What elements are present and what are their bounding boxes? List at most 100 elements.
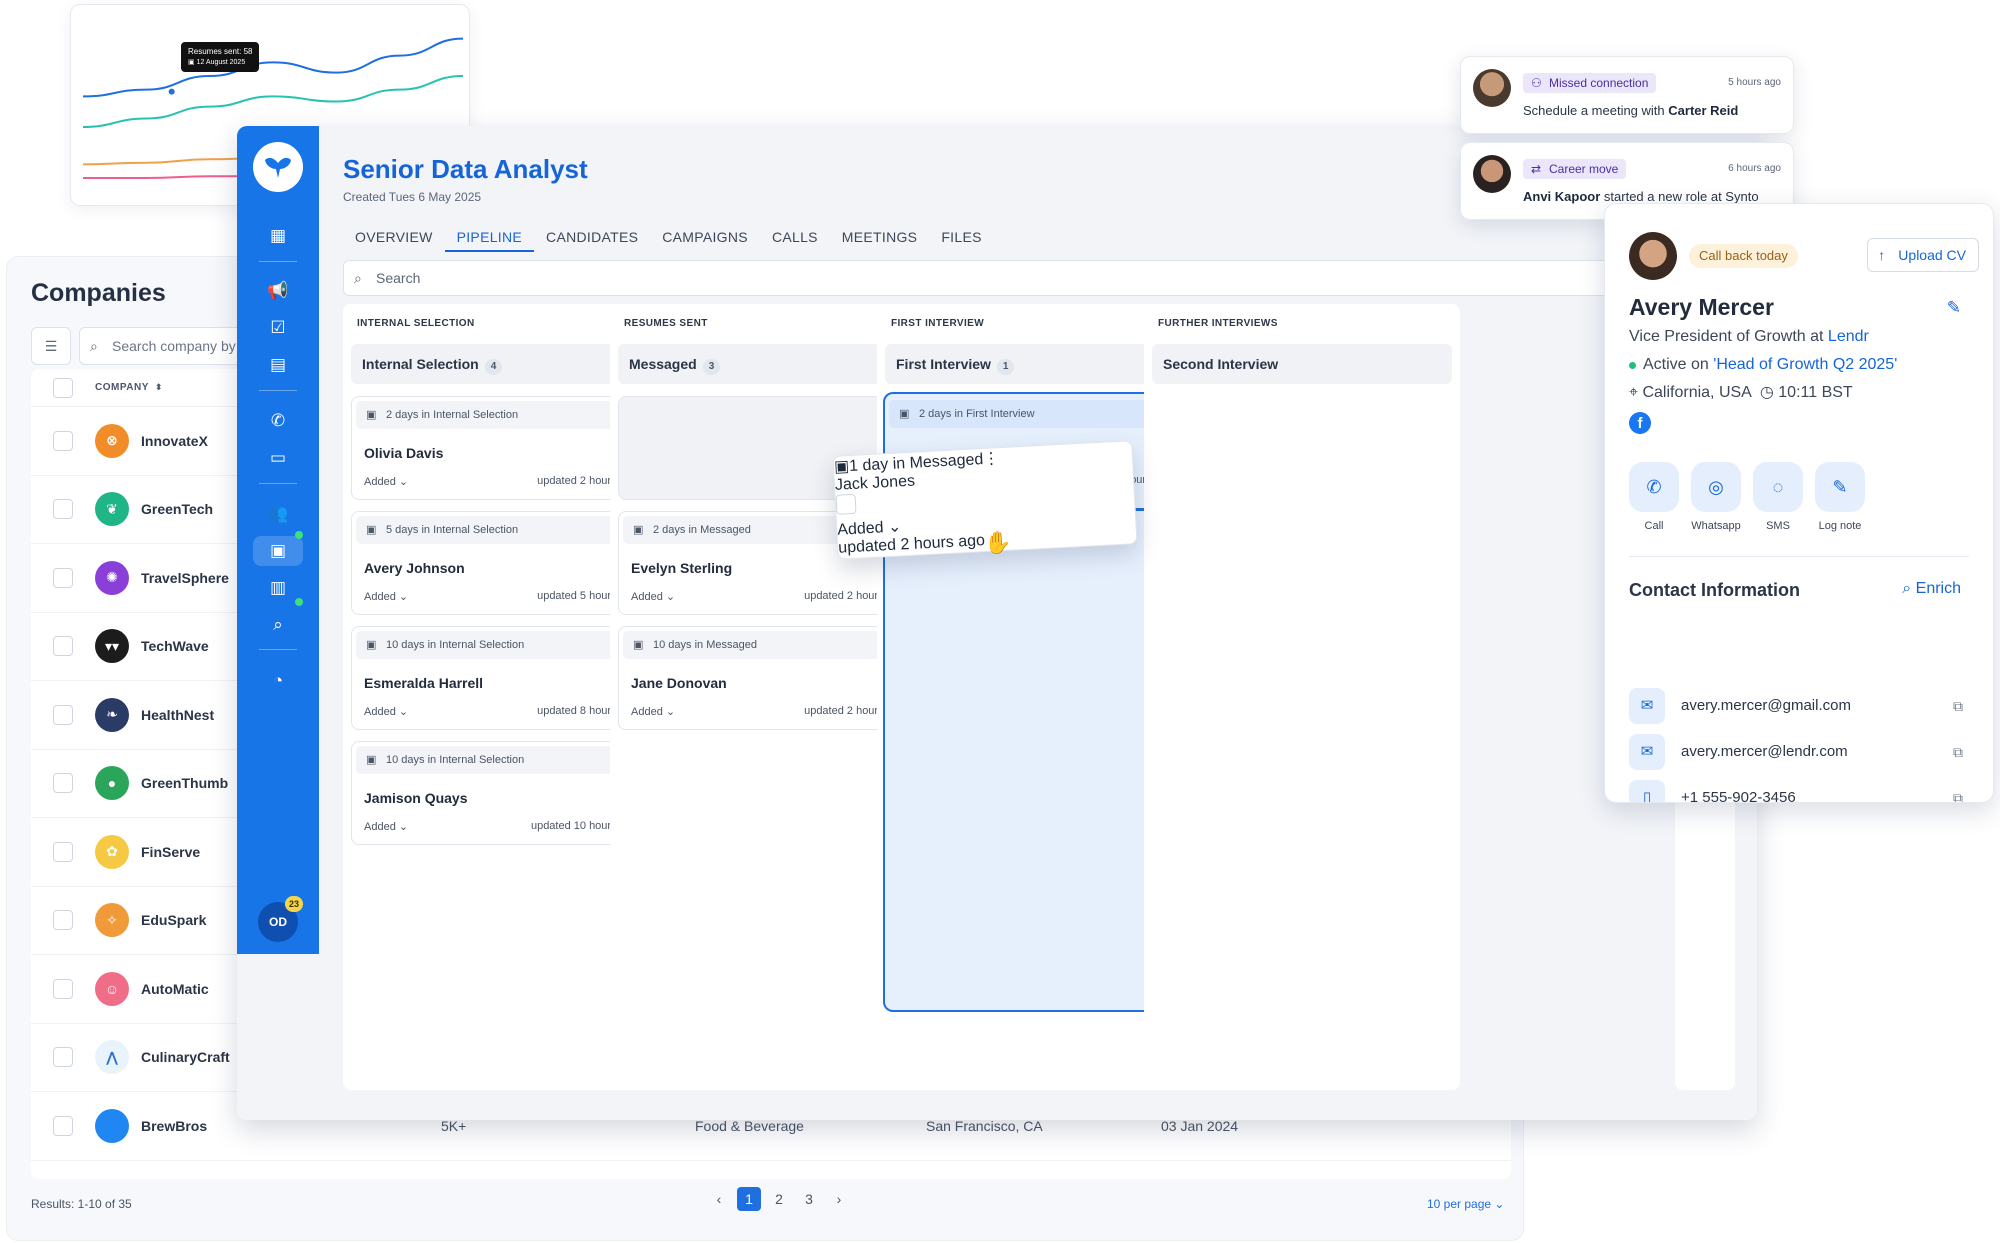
row-checkbox[interactable] — [53, 499, 73, 520]
candidate-card[interactable]: ▣10 days in Internal Selection⋮Esmeralda… — [351, 626, 651, 730]
stage-header[interactable]: Internal Selection4⋮ — [351, 344, 651, 384]
pipeline-search-input[interactable]: ⌕ Search — [343, 260, 1753, 296]
search-icon[interactable]: ⌕ — [237, 610, 319, 640]
email-row: ✉ avery.mercer@gmail.com ⧉ — [1629, 688, 1969, 724]
page-3[interactable]: 3 — [797, 1187, 821, 1211]
tab-candidates[interactable]: CANDIDATES — [534, 222, 650, 252]
page-2[interactable]: 2 — [767, 1187, 791, 1211]
company-name[interactable]: GreenThumb — [141, 775, 228, 791]
row-checkbox[interactable] — [53, 773, 73, 794]
tab-calls[interactable]: CALLS — [760, 222, 830, 252]
tab-meetings[interactable]: MEETINGS — [830, 222, 930, 252]
card-days-text: 2 days in First Interview — [919, 408, 1035, 420]
campaign-link[interactable]: 'Head of Growth Q2 2025' — [1713, 356, 1897, 373]
candidate-checkbox[interactable] — [835, 493, 857, 515]
people-icon[interactable]: 👥 — [237, 499, 319, 529]
whatsapp-action[interactable]: ◎ Whatsapp — [1691, 462, 1741, 532]
card-days-text: 2 days in Messaged — [653, 524, 751, 536]
brand-logo[interactable] — [253, 142, 303, 192]
tab-files[interactable]: FILES — [929, 222, 993, 252]
tab-pipeline[interactable]: PIPELINE — [444, 222, 535, 252]
enrich-button[interactable]: ⌕ Enrich — [1902, 580, 1961, 598]
candidate-card[interactable]: ▣10 days in Messaged⋮Jane DonovanAdded ⌄… — [618, 626, 918, 730]
candidate-card[interactable]: ▣10 days in Internal Selection⋮Jamison Q… — [351, 741, 651, 845]
company-name[interactable]: BrewBros — [141, 1118, 207, 1134]
row-checkbox[interactable] — [53, 636, 73, 657]
email-value[interactable]: avery.mercer@lendr.com — [1681, 743, 1848, 760]
row-checkbox[interactable] — [53, 704, 73, 725]
select-all-checkbox[interactable] — [53, 377, 73, 398]
copy-icon[interactable]: ⧉ — [1953, 780, 1963, 802]
search-icon: ⌕ — [1902, 580, 1912, 597]
sort-icon[interactable]: ⬍ — [155, 382, 163, 393]
candidate-card[interactable]: ▣5 days in Internal Selection⋮Avery John… — [351, 511, 651, 615]
company-name[interactable]: GreenTech — [141, 501, 213, 517]
row-checkbox[interactable] — [53, 567, 73, 588]
added-dropdown[interactable]: Added ⌄ — [631, 705, 675, 718]
added-dropdown[interactable]: Added ⌄ — [364, 475, 408, 488]
stage-header[interactable]: Messaged3⋮ — [618, 344, 918, 384]
per-page-select[interactable]: 10 per page ⌄ — [1427, 1197, 1504, 1211]
prev-page-icon[interactable]: ‹ — [707, 1187, 731, 1211]
section-divider — [1629, 556, 1969, 557]
phone-value[interactable]: +1 555-902-3456 — [1681, 789, 1796, 802]
video-icon[interactable]: ▭ — [237, 443, 319, 473]
company-name[interactable]: InnovateX — [141, 433, 208, 449]
more-options-icon[interactable]: ⋮ — [983, 450, 1000, 468]
row-checkbox[interactable] — [53, 841, 73, 862]
row-checkbox[interactable] — [53, 1115, 73, 1136]
row-checkbox[interactable] — [53, 430, 73, 451]
notification-missed-connection[interactable]: ⚇ Missed connection 5 hours ago Schedule … — [1460, 56, 1794, 134]
jobs-icon[interactable]: ▣ — [237, 536, 319, 566]
added-dropdown[interactable]: Added ⌄ — [364, 705, 408, 718]
facebook-icon[interactable]: f — [1629, 412, 1651, 434]
analytics-icon[interactable]: ◔ — [237, 666, 319, 696]
page-1[interactable]: 1 — [737, 1187, 761, 1211]
search-icon: ⌕ — [354, 270, 362, 286]
companies-icon[interactable]: ▥ — [237, 573, 319, 603]
email-value[interactable]: avery.mercer@gmail.com — [1681, 697, 1851, 714]
dashboard-icon[interactable]: ▦ — [237, 221, 319, 251]
row-checkbox[interactable] — [53, 1047, 73, 1068]
stage-count: 4 — [484, 359, 503, 375]
company-name[interactable]: TechWave — [141, 638, 209, 654]
companies-status-dot — [295, 598, 303, 606]
sms-action[interactable]: ◌ SMS — [1753, 462, 1803, 532]
row-checkbox[interactable] — [53, 978, 73, 999]
added-dropdown[interactable]: Added ⌄ — [631, 590, 675, 603]
added-dropdown[interactable]: Added ⌄ — [364, 590, 408, 603]
next-page-icon[interactable]: › — [827, 1187, 851, 1211]
company-name[interactable]: AutoMatic — [141, 981, 209, 997]
phone-icon[interactable]: ✆ — [237, 406, 319, 436]
tab-campaigns[interactable]: CAMPAIGNS — [650, 222, 760, 252]
campaigns-icon[interactable]: 📢 — [237, 276, 319, 306]
stage-header[interactable]: First Interview1⋮ — [885, 344, 1185, 384]
company-link[interactable]: Lendr — [1828, 328, 1869, 345]
company-name[interactable]: HealthNest — [141, 707, 214, 723]
candidate-card[interactable]: ▣2 days in Internal Selection⋮Olivia Dav… — [351, 396, 651, 500]
company-column-header[interactable]: COMPANY — [95, 382, 149, 393]
company-name[interactable]: CulinaryCraft — [141, 1049, 230, 1065]
added-dropdown[interactable]: Added ⌄ — [364, 820, 408, 833]
card-days-text: 10 days in Messaged — [653, 639, 757, 651]
filter-button[interactable]: ☰ — [31, 327, 71, 365]
company-search-input[interactable]: ⌕ Search company by n — [79, 327, 259, 365]
copy-icon[interactable]: ⧉ — [1953, 688, 1963, 724]
enrich-label: Enrich — [1915, 580, 1961, 597]
company-name[interactable]: EduSpark — [141, 912, 206, 928]
row-checkbox[interactable] — [53, 910, 73, 931]
tab-overview[interactable]: OVERVIEW — [343, 222, 445, 252]
mail-icon: ✉ — [1629, 688, 1665, 724]
nav-rail: ▦ 📢 ☑ ▤ ✆ ▭ 👥 ▣ ▥ ⌕ ◔ OD 23 — [237, 126, 319, 954]
edit-contact-icon[interactable]: ✎ — [1947, 298, 1961, 318]
stage-header[interactable]: Second Interview — [1152, 344, 1452, 384]
archive-icon[interactable]: ▤ — [237, 350, 319, 380]
log-note-action[interactable]: ✎ Log note — [1815, 462, 1865, 532]
company-name[interactable]: TravelSphere — [141, 570, 229, 586]
role-text: Vice President of Growth at — [1629, 328, 1828, 345]
upload-cv-button[interactable]: ↑ Upload CV — [1867, 238, 1979, 272]
call-action[interactable]: ✆ Call — [1629, 462, 1679, 532]
company-name[interactable]: FinServe — [141, 844, 200, 860]
copy-icon[interactable]: ⧉ — [1953, 734, 1963, 770]
tasks-icon[interactable]: ☑ — [237, 313, 319, 343]
